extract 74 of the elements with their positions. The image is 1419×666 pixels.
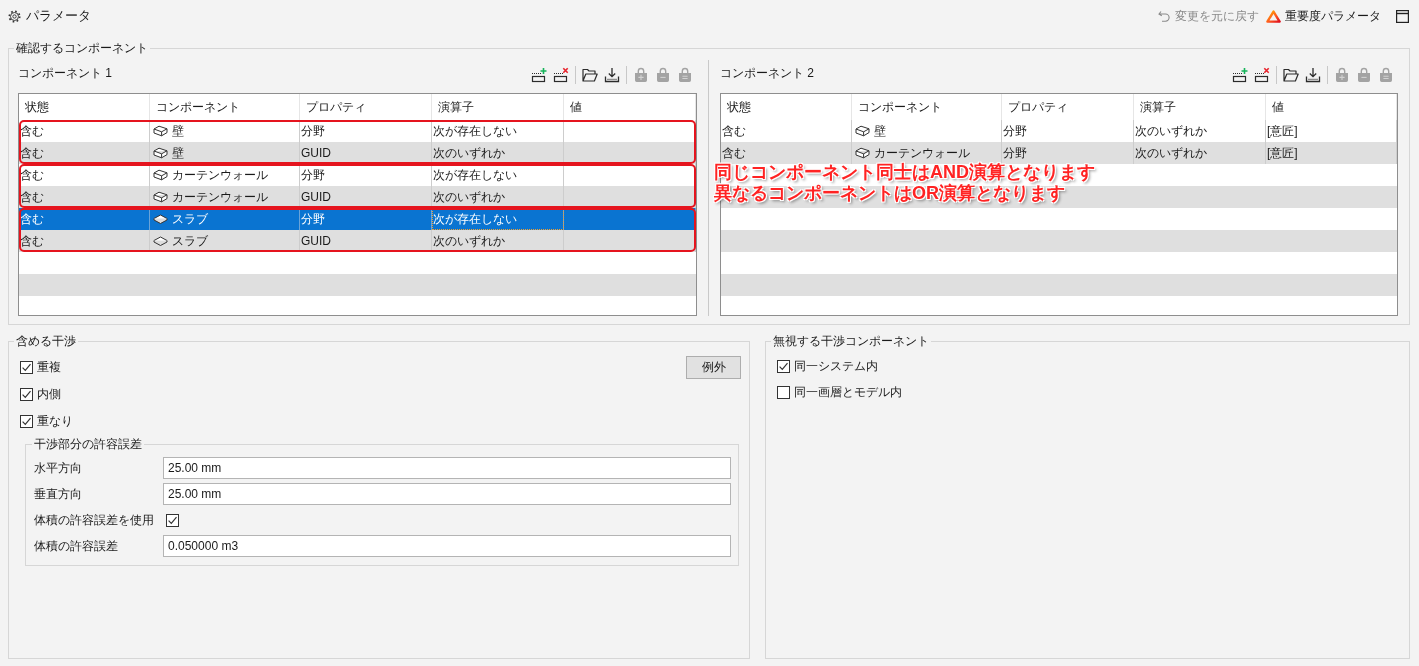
checkbox[interactable]	[777, 359, 790, 373]
table-cell: 次のいずれか	[432, 230, 564, 252]
checkbox[interactable]	[20, 387, 33, 401]
severity-parameters-button[interactable]: 重要度パラメータ	[1266, 8, 1381, 24]
table-row[interactable]: 含む 壁 分野 次のいずれか [意匠]	[721, 120, 1397, 142]
group-title: 干渉部分の許容誤差	[33, 436, 143, 452]
table-cell: 次のいずれか	[432, 142, 564, 164]
checkbox-label[interactable]: 重なり	[37, 413, 73, 429]
exceptions-button[interactable]: 例外	[686, 355, 741, 379]
table-row[interactable]: 含む スラブ GUID 次のいずれか	[19, 230, 696, 252]
table-cell-text: スラブ	[172, 233, 208, 250]
checkbox[interactable]	[777, 385, 790, 399]
settings-icon	[8, 9, 21, 23]
checkbox[interactable]	[166, 513, 179, 527]
field-label: 体積の許容誤差を使用	[34, 512, 155, 528]
folder-icon[interactable]	[582, 66, 598, 83]
text-field[interactable]: 25.00 mm	[163, 483, 731, 505]
table-row[interactable]: 含む 壁 分野 次が存在しない	[19, 120, 696, 142]
table-cell: 含む	[19, 142, 150, 164]
checkbox-label[interactable]: 同一システム内	[794, 358, 878, 374]
panel-title: コンポーネント 2	[720, 64, 814, 81]
field-label: 水平方向	[34, 460, 83, 476]
annotation-text: 同じコンポーネント同士はAND演算となります	[714, 162, 1095, 183]
warning-icon	[1266, 9, 1281, 23]
panel-title: コンポーネント 1	[18, 64, 112, 81]
column-header[interactable]: プロパティ	[300, 94, 432, 120]
table-cell-text: スラブ	[172, 211, 208, 228]
table-cell: GUID	[300, 230, 432, 252]
annotation-text: 異なるコンポーネントはOR演算となります	[714, 183, 1066, 204]
table-cell: 次のいずれか	[1134, 142, 1266, 164]
table-cell-text: カーテンウォール	[874, 145, 970, 162]
checkbox-label[interactable]: 同一画層とモデル内	[794, 384, 902, 400]
table-cell-text: カーテンウォール	[172, 167, 268, 184]
table-row[interactable]: 含む カーテンウォール 分野 次が存在しない	[19, 164, 696, 186]
download-icon[interactable]	[1305, 66, 1321, 83]
table-cell: [意匠]	[1266, 142, 1397, 164]
checkbox-label[interactable]: 重複	[37, 359, 61, 375]
checkbox[interactable]	[20, 414, 33, 428]
table-cell: 次のいずれか	[432, 186, 564, 208]
text-field[interactable]: 25.00 mm	[163, 457, 731, 479]
group-title: 無視する干渉コンポーネント	[772, 333, 930, 349]
table-row[interactable]: 含む 壁 GUID 次のいずれか	[19, 142, 696, 164]
table-cell: 分野	[1002, 142, 1134, 164]
table-cell: GUID	[300, 142, 432, 164]
window-icon[interactable]	[1396, 9, 1409, 23]
download-icon[interactable]	[604, 66, 620, 83]
checkbox[interactable]	[20, 360, 33, 374]
table-cell: GUID	[300, 186, 432, 208]
table-cell: 含む	[721, 142, 852, 164]
row-plus-icon[interactable]	[531, 66, 547, 83]
row-cross-icon[interactable]	[1254, 66, 1270, 83]
table-row[interactable]: 含む カーテンウォール GUID 次のいずれか	[19, 186, 696, 208]
table-cell: 含む	[19, 230, 150, 252]
folder-icon[interactable]	[1283, 66, 1299, 83]
page-title: パラメータ	[26, 8, 91, 24]
column-header[interactable]: 状態	[19, 94, 150, 120]
table-cell: 含む	[19, 186, 150, 208]
column-header[interactable]: コンポーネント	[150, 94, 300, 120]
row-cross-icon[interactable]	[553, 66, 569, 83]
field-label: 垂直方向	[34, 486, 83, 502]
text-field[interactable]: 0.050000 m3	[163, 535, 731, 557]
table-cell-text: 壁	[874, 123, 886, 140]
row-plus-icon[interactable]	[1232, 66, 1248, 83]
group-title: 含める干渉	[15, 333, 77, 349]
checkbox-label[interactable]: 内側	[37, 386, 61, 402]
field-label: 体積の許容誤差	[34, 538, 119, 554]
table-cell-text: 壁	[172, 145, 184, 162]
column-header[interactable]: 演算子	[432, 94, 564, 120]
column-header[interactable]: 値	[564, 94, 696, 120]
table-cell-text: 壁	[172, 123, 184, 140]
table-cell-text: カーテンウォール	[172, 189, 268, 206]
table-row[interactable]: 含む スラブ 分野 次が存在しない	[19, 208, 696, 230]
group-title: 確認するコンポーネント	[15, 40, 149, 56]
undo-icon	[1158, 10, 1171, 22]
